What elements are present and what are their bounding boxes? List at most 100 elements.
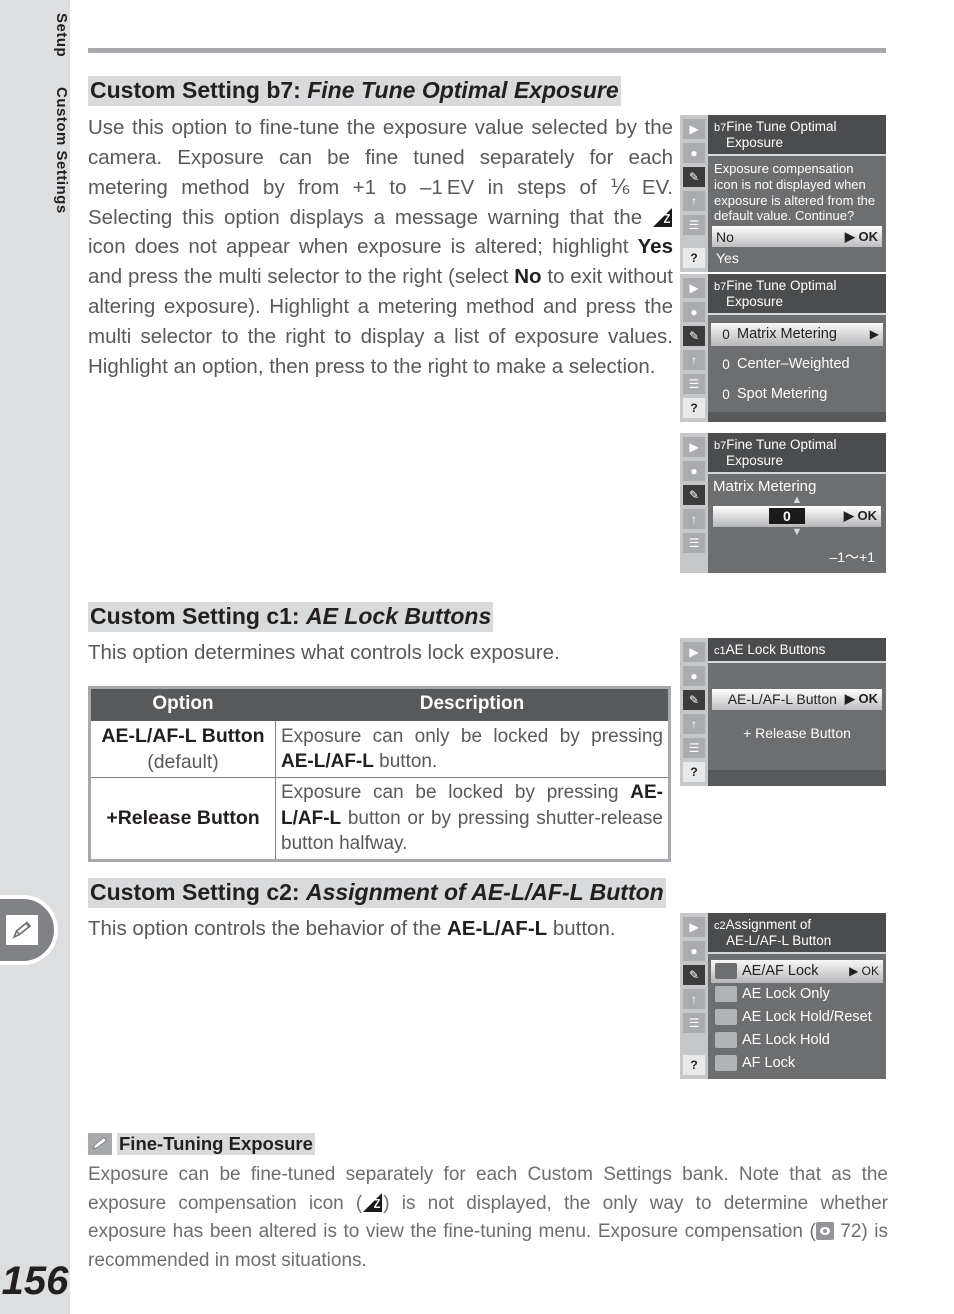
help-icon[interactable]: ? <box>683 1054 705 1075</box>
shooting-menu-icon[interactable]: ● <box>683 143 705 163</box>
screen-body: AE/AF Lock ▶ OK AE Lock Only AE Lock Hol… <box>708 953 886 1079</box>
section-c2-body-part1: This option controls the behavior of the <box>88 917 447 941</box>
screen-main: c1AE Lock Buttons AE-L/AF-L Button ▶ OK … <box>708 638 886 786</box>
table-cell-description: Exposure can be locked by pressing AE-L/… <box>275 777 670 861</box>
shooting-menu-icon[interactable]: ● <box>683 302 705 322</box>
playback-icon[interactable]: ▶ <box>683 917 705 937</box>
recent-settings-icon[interactable]: ☰ <box>683 533 705 553</box>
pencil-icon[interactable]: ✎ <box>683 167 705 187</box>
playback-icon[interactable]: ▶ <box>683 642 705 662</box>
section-c1-heading: Custom Setting c1: AE Lock Buttons <box>88 602 494 633</box>
menu-item-value: 0 <box>722 386 730 402</box>
screen-header-number: b7 <box>714 440 727 452</box>
recent-settings-icon[interactable]: ☰ <box>683 374 705 394</box>
section-b7-bold-no: No <box>514 265 542 289</box>
ae-lock-hold-icon <box>715 1032 737 1049</box>
menu-item-label: Matrix Metering <box>737 326 837 343</box>
section-c1-body: This option determines what controls loc… <box>88 641 560 665</box>
menu-item-value: 0 <box>722 326 730 342</box>
playback-icon[interactable]: ▶ <box>683 119 705 139</box>
screen-header: c1AE Lock Buttons <box>708 638 886 663</box>
stepper-down-arrow-icon[interactable]: ▼ <box>713 526 881 537</box>
shooting-menu-icon[interactable]: ● <box>683 941 705 961</box>
menu-item-matrix-metering[interactable]: 0 Matrix Metering ▶ <box>711 322 883 346</box>
pencil-icon[interactable]: ✎ <box>683 485 705 505</box>
wrench-icon[interactable]: ↑ <box>683 714 705 734</box>
screen-body: Exposure compensation icon is not displa… <box>708 155 886 227</box>
ae-af-lock-icon <box>715 963 737 980</box>
table-header-description: Description <box>275 687 670 721</box>
recent-settings-icon[interactable]: ☰ <box>683 1013 705 1033</box>
sidebar-custom-settings-text: Custom Settings <box>53 86 70 214</box>
menu-item-ae-lock-hold-reset[interactable]: AE Lock Hold/Reset <box>711 1006 883 1029</box>
exposure-range-label: –1〜+1 <box>829 548 875 565</box>
sidebar-tab-custom-settings[interactable] <box>0 895 58 965</box>
screen-header-number: c2 <box>714 920 726 932</box>
playback-icon[interactable]: ▶ <box>683 278 705 298</box>
pencil-icon[interactable]: ✎ <box>683 690 705 710</box>
screen-option-no-label: No <box>716 228 734 245</box>
screen-header-line1: Fine Tune Optimal <box>726 278 837 293</box>
screen-options: No ▶ OK Yes <box>708 226 886 273</box>
screen-icon-rail: ▶ ● ✎ ↑ ☰ ? <box>680 913 708 1079</box>
screen-header-line1: Assignment of <box>725 917 812 932</box>
wrench-icon[interactable]: ↑ <box>683 509 705 529</box>
screen-option-no[interactable]: No ▶ OK <box>712 226 882 248</box>
menu-item-ae-af-lock[interactable]: AE/AF Lock ▶ OK <box>711 959 883 983</box>
recent-settings-icon[interactable]: ☰ <box>683 215 705 235</box>
section-c2-heading-prefix: Custom Setting c2: <box>90 879 306 905</box>
screen-header-line1: Fine Tune Optimal <box>726 437 837 452</box>
menu-item-value: 0 <box>722 356 730 372</box>
page-sidebar: Setup Custom Settings <box>0 0 70 1248</box>
screen-body: 0 Matrix Metering ▶ 0 Center–Weighted 0 … <box>708 314 886 412</box>
menu-item-label: + Release Button <box>743 725 851 742</box>
exposure-value-stepper[interactable]: ▲ 0 ▶ OK ▼ <box>713 494 881 537</box>
section-b7-body-part1: Use this option to fine-tune the exposur… <box>88 116 673 229</box>
help-icon[interactable]: ? <box>683 398 705 418</box>
menu-item-spot-metering[interactable]: 0 Spot Metering <box>711 383 883 406</box>
menu-item-ael-afl-button[interactable]: AE-L/AF-L Button ▶ OK <box>712 688 882 710</box>
menu-item-release-button[interactable]: + Release Button <box>712 723 882 744</box>
playback-icon[interactable]: ▶ <box>683 437 705 457</box>
screen-header-number: b7 <box>714 281 727 293</box>
ae-lock-hold-reset-icon <box>715 1009 737 1026</box>
screen-option-yes-label: Yes <box>716 249 739 266</box>
section-b7-bold-yes: Yes <box>637 235 673 259</box>
menu-item-center-weighted[interactable]: 0 Center–Weighted <box>711 353 883 376</box>
sidebar-label-setup: Setup <box>0 0 70 70</box>
menu-item-ae-lock-hold[interactable]: AE Lock Hold <box>711 1029 883 1052</box>
screen-option-yes[interactable]: Yes <box>712 247 882 268</box>
wrench-icon[interactable]: ↑ <box>683 989 705 1009</box>
section-b7-heading-prefix: Custom Setting b7: <box>90 77 308 103</box>
stepper-up-arrow-icon[interactable]: ▲ <box>713 494 881 505</box>
help-icon[interactable]: ? <box>683 248 705 269</box>
metering-mode-label: Matrix Metering <box>713 477 817 495</box>
help-icon[interactable]: ? <box>683 762 705 782</box>
table-desc-part1: Exposure can only be locked by pressing <box>281 725 663 747</box>
pencil-icon[interactable]: ✎ <box>683 965 705 985</box>
sidebar-setup-text: Setup <box>53 12 70 58</box>
pencil-icon[interactable]: ✎ <box>683 326 705 346</box>
section-b7-heading: Custom Setting b7: Fine Tune Optimal Exp… <box>88 76 621 107</box>
cross-reference-icon <box>815 1222 834 1240</box>
menu-item-label: Center–Weighted <box>737 356 850 373</box>
wrench-icon[interactable]: ↑ <box>683 191 705 211</box>
shooting-menu-icon[interactable]: ● <box>683 666 705 686</box>
section-c2-body: This option controls the behavior of the… <box>88 914 673 944</box>
shooting-menu-icon[interactable]: ● <box>683 461 705 481</box>
tip-note-header: Fine-Tuning Exposure <box>88 1133 888 1155</box>
section-c2-body-bold: AE-L/AF-L <box>446 917 548 941</box>
camera-screen-c2-assignment: ▶ ● ✎ ↑ ☰ ? c2Assignment of AE-L/AF-L Bu… <box>680 913 886 1079</box>
section-b7-body: Use this option to fine-tune the exposur… <box>88 113 673 381</box>
screen-header-number: c1 <box>714 645 726 657</box>
recent-settings-icon[interactable]: ☰ <box>683 738 705 758</box>
menu-item-label: AE Lock Hold/Reset <box>742 1009 872 1026</box>
screen-icon-rail: ▶ ● ✎ ↑ ☰ <box>680 433 708 573</box>
camera-screen-b7-warning: ▶ ● ✎ ↑ ☰ ? b7Fine Tune Optimal Exposure… <box>680 115 886 273</box>
wrench-icon[interactable]: ↑ <box>683 350 705 370</box>
menu-item-af-lock[interactable]: AF Lock <box>711 1052 883 1075</box>
section-b7: Custom Setting b7: Fine Tune Optimal Exp… <box>88 76 678 402</box>
screen-icon-rail: ▶ ● ✎ ↑ ☰ ? <box>680 274 708 422</box>
menu-item-ae-lock-only[interactable]: AE Lock Only <box>711 983 883 1006</box>
section-c1-heading-name: AE Lock Buttons <box>305 603 492 629</box>
